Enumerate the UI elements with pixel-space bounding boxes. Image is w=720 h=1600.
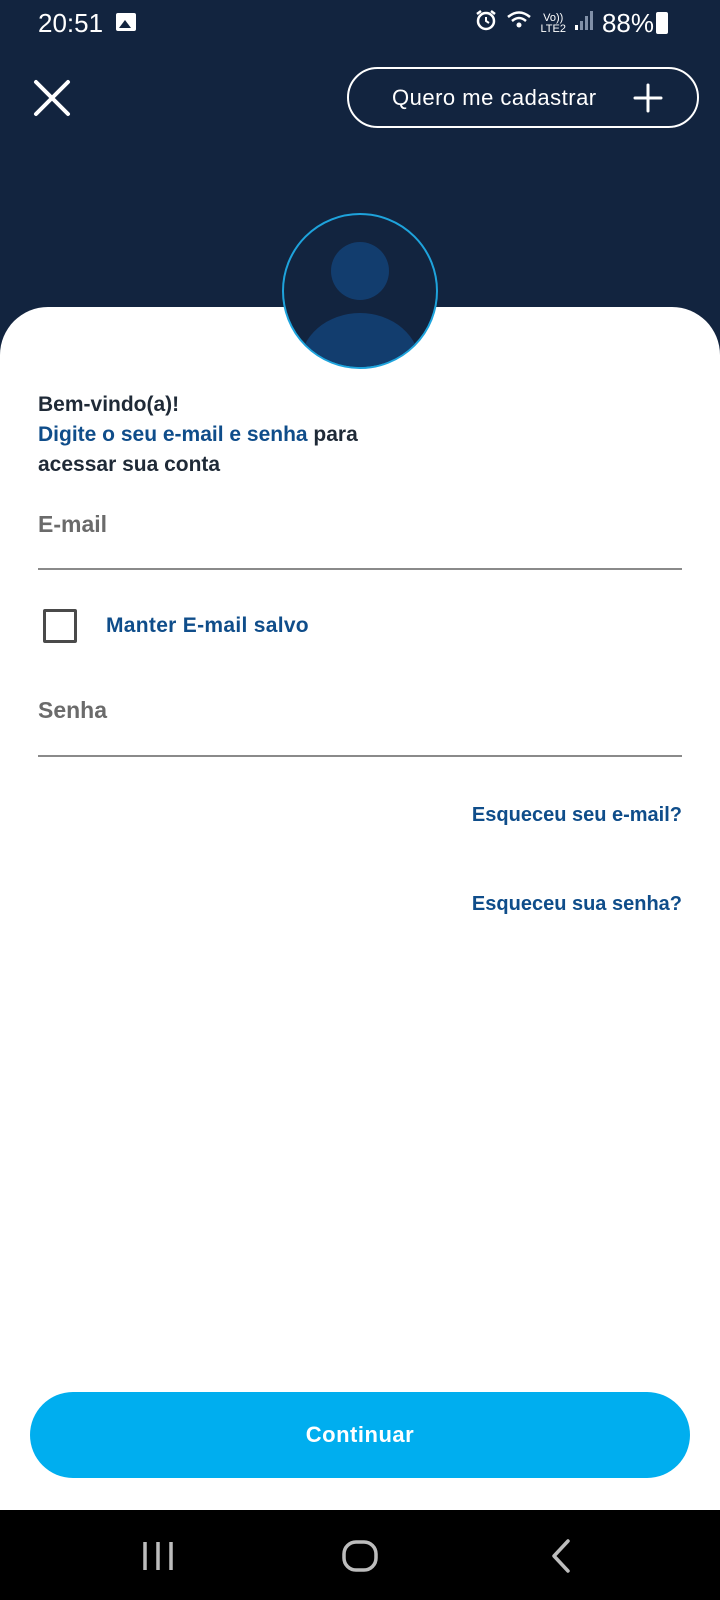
signup-label: Quero me cadastrar (392, 84, 597, 110)
recent-apps-icon (143, 1542, 173, 1570)
remember-email-label: Manter E-mail salvo (106, 614, 309, 637)
battery-icon (656, 12, 668, 34)
forgot-password-link[interactable]: Esqueceu sua senha? (472, 893, 682, 916)
network-line2: LTE2 (540, 22, 566, 35)
remember-email-checkbox[interactable] (43, 609, 77, 643)
signup-button[interactable]: Quero me cadastrar (347, 67, 699, 128)
welcome-accent-text: Digite o seu e-mail e senha (38, 423, 308, 446)
email-field-container (38, 511, 682, 570)
network-indicator: Vo)) LTE2 (540, 12, 566, 35)
back-icon (552, 1539, 570, 1573)
password-field[interactable] (38, 697, 682, 724)
home-button[interactable] (338, 1534, 382, 1578)
alarm-icon (474, 8, 498, 39)
continue-label: Continuar (305, 1422, 415, 1447)
close-icon (34, 80, 70, 116)
welcome-subtitle: acessar sua conta (38, 453, 221, 476)
email-field[interactable] (38, 511, 682, 538)
recent-apps-button[interactable] (136, 1534, 180, 1578)
password-field-container (38, 697, 682, 757)
welcome-text: para (307, 423, 358, 446)
battery-percent: 88% (601, 8, 654, 38)
wifi-icon (506, 9, 532, 38)
close-button[interactable] (30, 76, 74, 120)
system-navigation-bar (0, 1510, 720, 1600)
forgot-email-link[interactable]: Esqueceu seu e-mail? (472, 804, 682, 827)
home-icon (342, 1540, 378, 1572)
status-icons: Vo)) LTE2 88% (474, 8, 674, 39)
signal-icon (574, 9, 594, 38)
status-time: 20:51 (38, 8, 104, 38)
continue-button[interactable]: Continuar (30, 1392, 690, 1478)
user-avatar (282, 213, 438, 369)
welcome-instructions: Digite o seu e-mail e senha para (38, 420, 438, 450)
welcome-title: Bem-vindo(a)! (38, 393, 180, 416)
plus-icon (633, 83, 663, 113)
welcome-message: Bem-vindo(a)! Digite o seu e-mail e senh… (38, 390, 438, 480)
status-bar: 20:51 Vo)) LTE2 88% (0, 0, 720, 46)
user-avatar-icon (300, 242, 420, 367)
gallery-icon (116, 13, 136, 31)
remember-email-toggle[interactable]: Manter E-mail salvo (43, 609, 309, 643)
back-button[interactable] (540, 1534, 584, 1578)
